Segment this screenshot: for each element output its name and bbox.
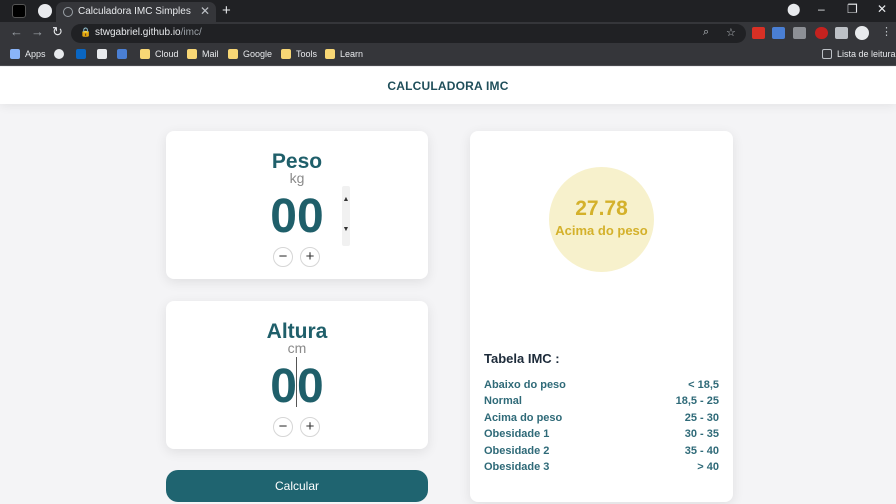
row-label: Abaixo do peso	[484, 379, 566, 391]
browser-toolbar: ← → ↻ 🔒 stwgabriel.github.io/imc/ ⌕ ☆ ⋮	[0, 22, 896, 45]
inactive-tab-icon[interactable]	[38, 4, 52, 18]
back-icon[interactable]: ←	[10, 24, 23, 39]
peso-input[interactable]: 00	[166, 189, 428, 244]
row-range: < 18,5	[688, 379, 719, 391]
peso-unit: kg	[289, 170, 305, 186]
restore-icon[interactable]: ❐	[847, 2, 858, 16]
extensions-puzzle-icon[interactable]	[835, 27, 848, 39]
menu-icon[interactable]: ⋮	[881, 25, 892, 38]
calcular-button[interactable]: Calcular	[166, 470, 428, 502]
row-label: Normal	[484, 395, 522, 407]
bookmark-apps[interactable]: Apps	[10, 49, 46, 59]
browser-tabbar: Calculadora IMC Simples ✕ + ⬤ – ❐ ✕	[0, 0, 896, 22]
bookmark-mail[interactable]: Mail	[187, 49, 219, 59]
bookmark-label: Cloud	[155, 49, 179, 59]
row-range: 35 - 40	[684, 445, 719, 457]
folder-icon	[140, 49, 150, 59]
extension-red-icon[interactable]	[752, 27, 765, 39]
app-icon[interactable]	[12, 4, 26, 18]
close-tab-icon[interactable]: ✕	[200, 4, 210, 18]
altura-plus-button[interactable]: +	[300, 417, 320, 437]
imc-classification: Acima do peso	[555, 223, 648, 238]
row-range: 18,5 - 25	[675, 395, 719, 407]
bookmark-google[interactable]: Google	[228, 49, 272, 59]
page-title: CALCULADORA IMC	[0, 67, 896, 104]
address-bar[interactable]: 🔒 stwgabriel.github.io/imc/ ⌕ ☆	[71, 24, 746, 43]
imc-table-title: Tabela IMC :	[484, 351, 560, 366]
spinner-down-icon[interactable]: ▼	[342, 226, 350, 233]
folder-icon	[281, 49, 291, 59]
text-cursor	[296, 357, 297, 407]
row-range: > 40	[697, 461, 719, 473]
extension-translate-icon[interactable]	[772, 27, 785, 39]
bookmark-cloud[interactable]: Cloud	[140, 49, 179, 59]
new-tab-icon[interactable]: +	[222, 2, 231, 19]
altura-card: Altura cm 00 − +	[166, 301, 428, 449]
linkedin-icon[interactable]	[76, 49, 91, 59]
bookmark-label: Apps	[25, 49, 46, 59]
row-range: 30 - 35	[684, 428, 719, 440]
bookmarks-bar: Apps Cloud Mail Google Tools Learn Lista…	[0, 45, 896, 66]
bookmark-label: Tools	[296, 49, 318, 59]
tab-search-icon[interactable]: ⬤	[787, 2, 800, 16]
forward-icon[interactable]: →	[31, 24, 44, 39]
bookmark-label: Mail	[202, 49, 219, 59]
zoom-icon[interactable]: ⌕	[703, 26, 709, 39]
lock-icon: 🔒	[80, 27, 92, 37]
bookmark-label: Learn	[340, 49, 364, 59]
folder-icon	[325, 49, 335, 59]
row-range: 25 - 30	[684, 412, 719, 424]
reading-list[interactable]: Lista de leitura	[822, 49, 896, 59]
peso-minus-button[interactable]: −	[273, 247, 293, 267]
extension-shield-icon[interactable]	[815, 27, 828, 39]
profile-avatar[interactable]	[855, 26, 869, 40]
row-label: Obesidade 2	[484, 445, 550, 457]
reading-list-label: Lista de leitura	[837, 49, 896, 59]
active-tab[interactable]: Calculadora IMC Simples ✕	[56, 2, 216, 22]
minimize-icon[interactable]: –	[818, 2, 825, 16]
table-row: Abaixo do peso < 18,5	[484, 379, 719, 395]
peso-plus-button[interactable]: +	[300, 247, 320, 267]
bookmark-tools[interactable]: Tools	[281, 49, 317, 59]
tab-title: Calculadora IMC Simples	[78, 6, 191, 17]
url-path: /imc/	[180, 27, 202, 38]
table-row: Obesidade 2 35 - 40	[484, 445, 719, 461]
github-icon[interactable]	[54, 49, 69, 59]
notion-icon[interactable]	[97, 49, 112, 59]
close-window-icon[interactable]: ✕	[877, 2, 887, 16]
spinner-up-icon[interactable]: ▲	[342, 196, 350, 203]
reload-icon[interactable]: ↻	[52, 24, 63, 40]
url-host: stwgabriel.github.io	[95, 27, 181, 38]
table-row: Normal 18,5 - 25	[484, 395, 719, 411]
translate-bookmark-icon[interactable]	[117, 49, 132, 59]
table-row: Obesidade 3 > 40	[484, 461, 719, 477]
extension-gray-icon[interactable]	[793, 27, 806, 39]
peso-spinner[interactable]: ▲ ▼	[342, 186, 350, 246]
folder-icon	[187, 49, 197, 59]
table-row: Acima do peso 25 - 30	[484, 412, 719, 428]
globe-icon	[63, 7, 73, 17]
row-label: Obesidade 3	[484, 461, 550, 473]
altura-input[interactable]: 00	[166, 359, 428, 414]
bookmark-learn[interactable]: Learn	[325, 49, 363, 59]
reading-list-icon	[822, 49, 832, 59]
bookmark-label: Google	[243, 49, 273, 59]
altura-minus-button[interactable]: −	[273, 417, 293, 437]
row-label: Obesidade 1	[484, 428, 550, 440]
apps-grid-icon	[10, 49, 20, 59]
imc-value: 27.78	[575, 197, 628, 220]
result-circle: 27.78 Acima do peso	[549, 167, 654, 272]
peso-card: Peso kg 00 ▲ ▼ − +	[166, 131, 428, 279]
star-icon[interactable]: ☆	[726, 26, 736, 39]
folder-icon	[228, 49, 238, 59]
table-row: Obesidade 1 30 - 35	[484, 428, 719, 444]
altura-unit: cm	[287, 340, 307, 356]
row-label: Acima do peso	[484, 412, 563, 424]
